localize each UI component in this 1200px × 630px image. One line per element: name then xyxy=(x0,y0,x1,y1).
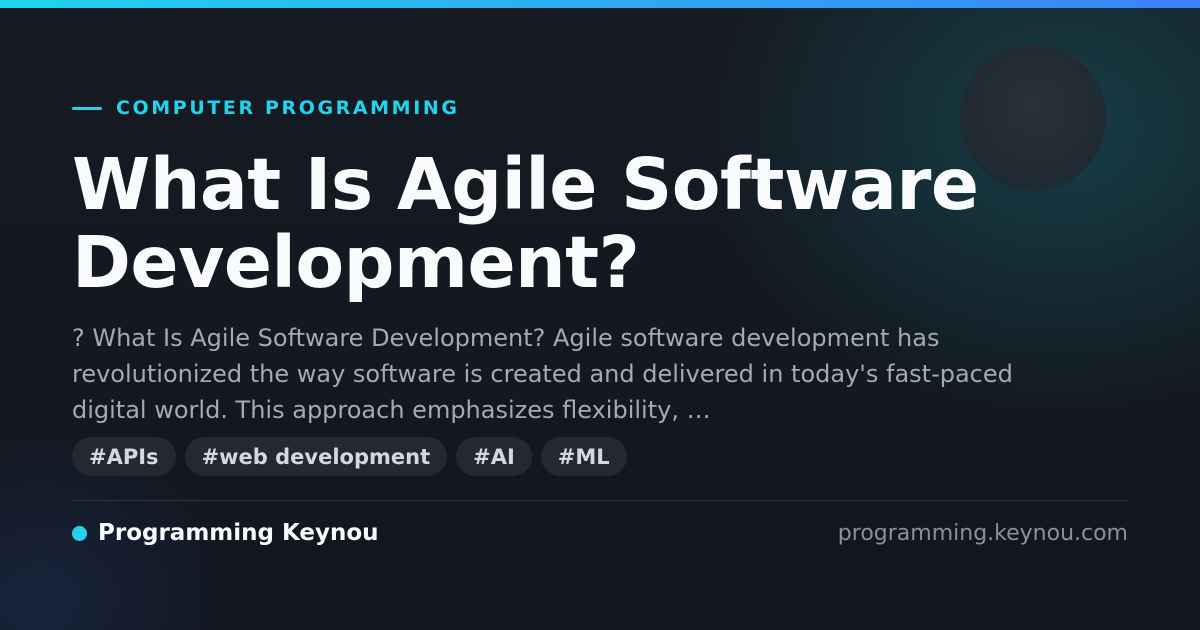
tag-web-development[interactable]: #web development xyxy=(184,437,448,476)
top-accent-bar xyxy=(0,0,1200,8)
brand[interactable]: Programming Keynou xyxy=(72,519,379,547)
dot-icon xyxy=(72,525,87,541)
footer-divider xyxy=(72,500,1129,501)
category-row: COMPUTER PROGRAMMING xyxy=(72,96,460,120)
article-excerpt: ? What Is Agile Software Development? Ag… xyxy=(72,324,1013,424)
tag-list: #APIs #web development #AI #ML xyxy=(72,437,636,476)
brand-name: Programming Keynou xyxy=(98,520,379,546)
site-url[interactable]: programming.keynou.com xyxy=(838,519,1128,547)
social-card: COMPUTER PROGRAMMING What Is Agile Softw… xyxy=(0,0,1200,630)
tag-ml[interactable]: #ML xyxy=(540,437,627,476)
article-title: What Is Agile Software Development? xyxy=(72,143,979,304)
dash-line-icon xyxy=(72,106,102,110)
tag-ai[interactable]: #AI xyxy=(456,437,532,476)
category-label: COMPUTER PROGRAMMING xyxy=(116,97,460,119)
tag-apis[interactable]: #APIs xyxy=(72,437,176,476)
